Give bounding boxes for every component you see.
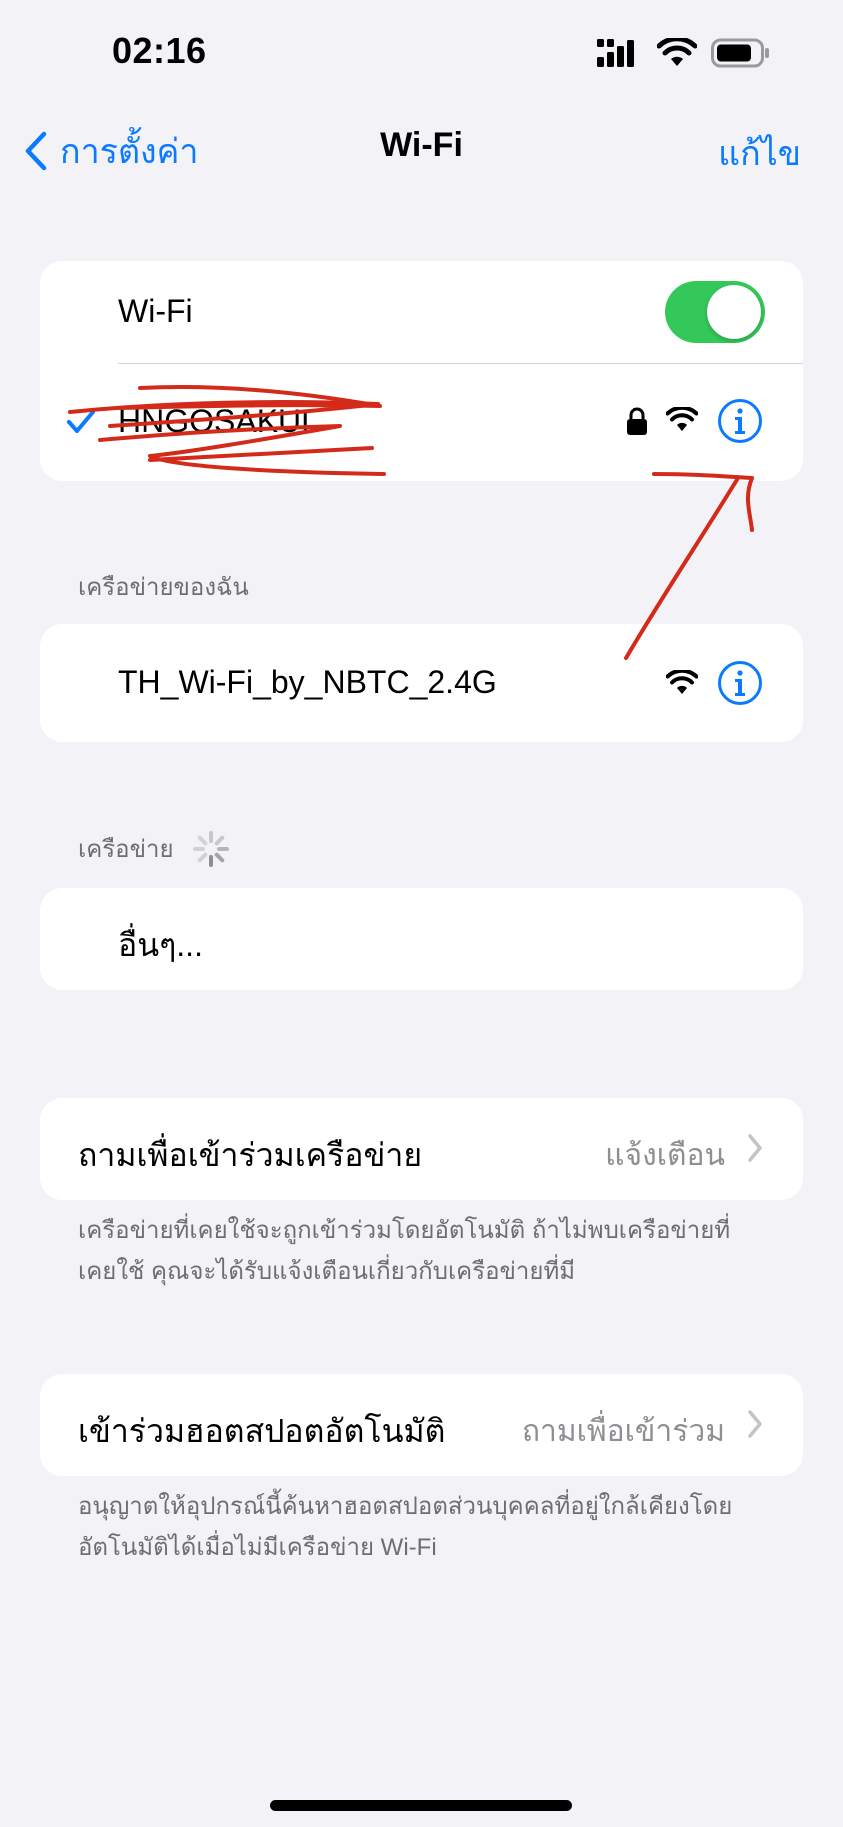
networks-header: เครือข่าย xyxy=(78,829,230,868)
ask-to-join-row[interactable]: ถามเพื่อเข้าร่วมเครือข่าย แจ้งเตือน xyxy=(40,1098,803,1200)
chevron-right-icon xyxy=(748,1410,762,1438)
info-icon[interactable] xyxy=(717,398,763,444)
my-networks-header: เครือข่ายของฉัน xyxy=(78,567,249,606)
connected-network-name: HNGOSAKUL xyxy=(118,403,319,439)
toggle-knob xyxy=(707,285,761,339)
wifi-icon xyxy=(666,670,698,694)
checkmark-icon xyxy=(67,410,95,433)
chevron-right-icon xyxy=(748,1134,762,1162)
cellular-icon xyxy=(597,39,634,67)
auto-join-hotspot-value: ถามเพื่อเข้าร่วม xyxy=(521,1415,725,1448)
page-title: Wi-Fi xyxy=(380,126,463,164)
lock-icon xyxy=(627,407,647,435)
battery-icon xyxy=(711,38,769,68)
other-network-row[interactable]: อื่นๆ... xyxy=(40,888,803,990)
arrow-head xyxy=(652,472,754,532)
home-indicator[interactable] xyxy=(270,1800,572,1811)
networks-header-label: เครือข่าย xyxy=(78,836,174,863)
wifi-toggle[interactable] xyxy=(665,281,765,343)
wifi-toggle-label: Wi-Fi xyxy=(118,293,193,329)
auto-join-hotspot-card: เข้าร่วมฮอตสปอตอัตโนมัติ ถามเพื่อเข้าร่ว… xyxy=(40,1374,803,1476)
wifi-status-icon xyxy=(657,38,697,66)
divider xyxy=(118,363,803,364)
connected-network-row[interactable]: HNGOSAKUL xyxy=(40,363,803,481)
wifi-icon xyxy=(666,407,698,431)
ask-to-join-value: แจ้งเตือน xyxy=(605,1139,725,1172)
ask-to-join-label: ถามเพื่อเข้าร่วมเครือข่าย xyxy=(78,1137,423,1173)
ask-to-join-footer: เครือข่ายที่เคยใช้จะถูกเข้าร่วมโดยอัตโนม… xyxy=(78,1217,731,1285)
status-time: 02:16 xyxy=(112,30,207,71)
wifi-toggle-row: Wi-Fi xyxy=(40,261,803,363)
wifi-card: Wi-Fi HNGOSAKUL xyxy=(40,261,803,481)
info-icon[interactable] xyxy=(717,660,763,706)
network-name: TH_Wi-Fi_by_NBTC_2.4G xyxy=(118,664,497,700)
auto-join-hotspot-row[interactable]: เข้าร่วมฮอตสปอตอัตโนมัติ ถามเพื่อเข้าร่ว… xyxy=(40,1374,803,1476)
spinner-icon xyxy=(192,830,229,867)
network-row[interactable]: TH_Wi-Fi_by_NBTC_2.4G xyxy=(40,624,803,742)
auto-join-hotspot-footer: อนุญาตให้อุปกรณ์นี้ค้นหาฮอตสปอตส่วนบุคคล… xyxy=(78,1493,733,1561)
status-icons xyxy=(597,38,771,68)
ask-to-join-card: ถามเพื่อเข้าร่วมเครือข่าย แจ้งเตือน xyxy=(40,1098,803,1200)
my-networks-header-label: เครือข่ายของฉัน xyxy=(78,574,249,601)
other-network-label: อื่นๆ... xyxy=(118,927,203,963)
edit-button[interactable]: แก้ไข xyxy=(718,126,801,180)
networks-card: อื่นๆ... xyxy=(40,888,803,990)
auto-join-hotspot-label: เข้าร่วมฮอตสปอตอัตโนมัติ xyxy=(78,1413,446,1449)
my-networks-card: TH_Wi-Fi_by_NBTC_2.4G xyxy=(40,624,803,742)
